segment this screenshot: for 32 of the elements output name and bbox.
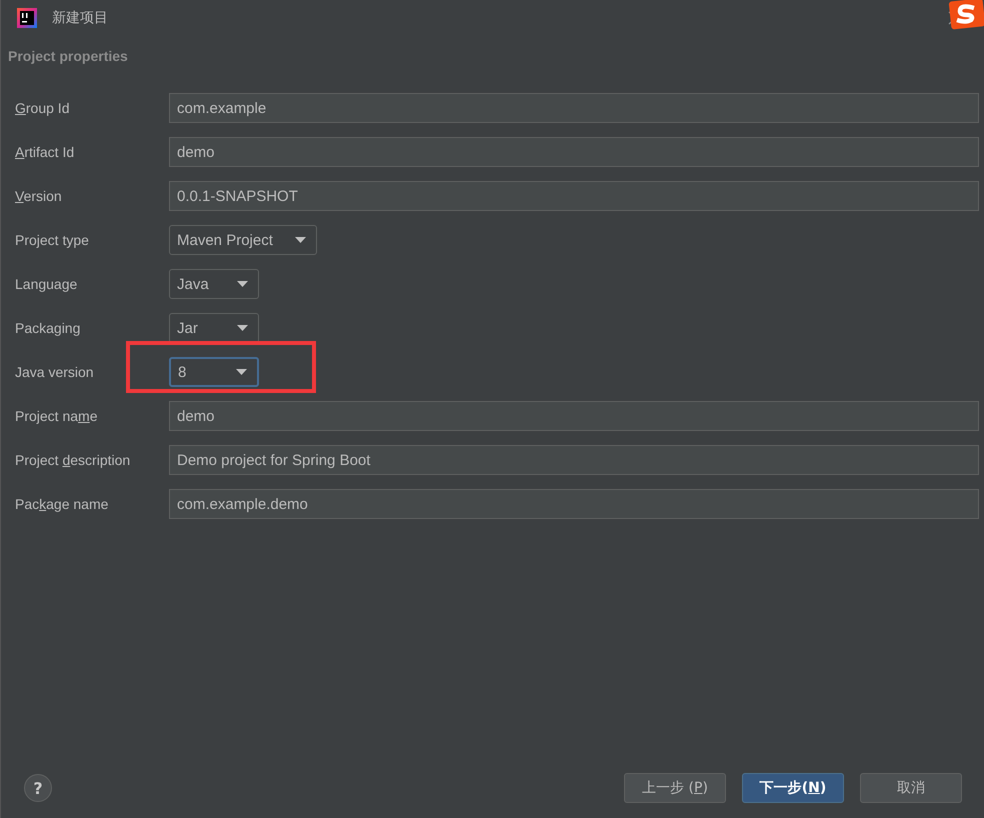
ime-logo-icon[interactable] [948, 0, 984, 30]
caret-icon [237, 325, 248, 331]
caret-icon [236, 369, 247, 375]
dropdown[interactable]: 8 [169, 357, 259, 387]
caret-icon [294, 237, 306, 243]
field-label: Java version [15, 364, 95, 380]
field-label: Project type [15, 232, 90, 248]
window-title: 新建项目 [52, 9, 108, 27]
dropdown[interactable]: Jar [169, 313, 259, 343]
dialog-button[interactable]: 下一步(N) [742, 773, 844, 803]
dialog-button[interactable]: 取消 [860, 773, 962, 803]
text-field[interactable]: com.example.demo [169, 489, 979, 519]
field-label: Language [15, 276, 78, 292]
field-label: Package name [15, 496, 110, 512]
field-label: Project name [15, 408, 99, 424]
section-title: Project properties [8, 48, 129, 64]
field-label: Artifact Id [15, 144, 76, 160]
field-label: Packaging [15, 320, 82, 336]
text-field[interactable]: Demo project for Spring Boot [169, 445, 979, 475]
caret-icon [237, 281, 248, 287]
field-label: Version [15, 188, 63, 204]
dropdown[interactable]: Java [169, 269, 259, 299]
text-field[interactable]: demo [169, 137, 979, 167]
text-field[interactable]: 0.0.1-SNAPSHOT [169, 181, 979, 211]
field-label: Group Id [15, 100, 70, 116]
field-label: Project description [15, 452, 132, 468]
help-button[interactable]: ? [24, 774, 52, 802]
dropdown[interactable]: Maven Project [169, 225, 317, 255]
dialog-button[interactable]: 上一步 (P) [624, 773, 726, 803]
text-field[interactable]: demo [169, 401, 979, 431]
text-field[interactable]: com.example [169, 93, 979, 123]
app-logo-icon [17, 8, 37, 28]
